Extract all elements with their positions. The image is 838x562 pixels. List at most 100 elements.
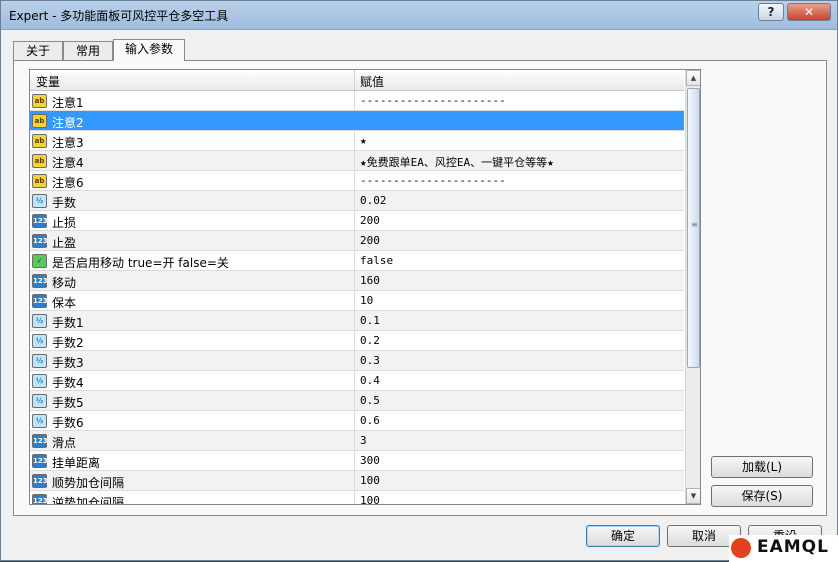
parameter-value[interactable]: false [360, 254, 393, 267]
parameter-row[interactable]: 123 顺势加仓间隔 100 [30, 471, 684, 491]
tab-input-parameters[interactable]: 输入参数 [113, 39, 185, 61]
parameter-value[interactable]: 160 [360, 274, 380, 287]
column-divider [354, 211, 355, 230]
scroll-up-button[interactable]: ▲ [686, 70, 700, 86]
scroll-thumb[interactable]: ≡ [687, 88, 700, 368]
integer-type-icon: 123 [32, 494, 48, 504]
parameter-name: 手数1 [52, 316, 84, 330]
expert-properties-dialog: Expert - 多功能面板可风控平仓多空工具 ? ✕ 关于 常用 输入参数 变… [0, 0, 838, 562]
parameter-value[interactable]: 0.3 [360, 354, 380, 367]
column-divider [354, 291, 355, 310]
parameter-value[interactable]: 200 [360, 214, 380, 227]
double-type-icon: ½ [32, 334, 47, 348]
column-divider [354, 311, 355, 330]
double-type-icon: ½ [32, 374, 47, 388]
parameter-value[interactable]: 0.2 [360, 334, 380, 347]
parameter-name: 顺势加仓间隔 [52, 476, 125, 490]
eamql-watermark-logo: EAMQL [729, 535, 838, 562]
scroll-down-button[interactable]: ▼ [686, 488, 700, 504]
tab-common[interactable]: 常用 [63, 41, 113, 61]
parameter-value[interactable]: 0.02 [360, 194, 387, 207]
parameter-value[interactable]: ---------------------- [360, 174, 506, 187]
parameter-row[interactable]: 123 保本 10 [30, 291, 684, 311]
parameter-row[interactable]: ab 注意6 ---------------------- [30, 171, 684, 191]
parameter-row[interactable]: 123 滑点 3 [30, 431, 684, 451]
parameter-row[interactable]: ab 注意4 ★免费跟单EA、风控EA、一键平仓等等★ [30, 151, 684, 171]
column-divider [354, 351, 355, 370]
parameter-row[interactable]: ab 注意2 [30, 111, 684, 131]
parameter-value[interactable]: ★免费跟单EA、风控EA、一键平仓等等★ [360, 154, 554, 170]
parameter-name: 是否启用移动 true=开 false=关 [52, 256, 229, 270]
parameter-name: 注意3 [52, 136, 84, 150]
parameter-row[interactable]: ab 注意1 ---------------------- [30, 91, 684, 111]
integer-type-icon: 123 [32, 454, 48, 468]
grip-icon: ≡ [691, 220, 698, 229]
parameter-value[interactable]: 200 [360, 234, 380, 247]
parameter-value[interactable]: ---------------------- [360, 94, 506, 107]
parameter-row[interactable]: ab 注意3 ★ [30, 131, 684, 151]
parameter-value[interactable]: 0.1 [360, 314, 380, 327]
parameter-value[interactable]: 3 [360, 434, 367, 447]
string-type-icon: ab [32, 134, 47, 148]
close-button[interactable]: ✕ [787, 3, 831, 21]
tab-about[interactable]: 关于 [13, 41, 63, 61]
parameter-row[interactable]: ½ 手数2 0.2 [30, 331, 684, 351]
parameter-value[interactable]: 10 [360, 294, 373, 307]
parameter-name: 手数5 [52, 396, 84, 410]
parameter-value[interactable]: 0.4 [360, 374, 380, 387]
title-bar[interactable]: Expert - 多功能面板可风控平仓多空工具 ? ✕ [1, 1, 837, 30]
parameter-name: 手数3 [52, 356, 84, 370]
parameter-name: 手数 [52, 196, 77, 210]
parameter-name: 止盈 [52, 236, 77, 250]
parameter-value[interactable]: 100 [360, 494, 380, 504]
column-divider [354, 431, 355, 450]
parameter-name: 注意2 [52, 116, 84, 130]
parameter-value[interactable]: 0.6 [360, 414, 380, 427]
string-type-icon: ab [32, 114, 47, 128]
window-title: Expert - 多功能面板可风控平仓多空工具 [9, 9, 229, 23]
column-divider [354, 331, 355, 350]
parameter-row[interactable]: ½ 手数 0.02 [30, 191, 684, 211]
parameter-row[interactable]: 123 移动 160 [30, 271, 684, 291]
logo-text: EAMQL [757, 537, 829, 557]
integer-type-icon: 123 [32, 234, 48, 248]
parameter-row[interactable]: 123 逆势加仓间隔 100 [30, 491, 684, 504]
integer-type-icon: 123 [32, 434, 48, 448]
column-divider [354, 471, 355, 490]
parameter-row[interactable]: ✓ 是否启用移动 true=开 false=关 false [30, 251, 684, 271]
parameter-name: 滑点 [52, 436, 77, 450]
parameter-row[interactable]: ½ 手数3 0.3 [30, 351, 684, 371]
parameter-row[interactable]: ½ 手数4 0.4 [30, 371, 684, 391]
column-divider [354, 191, 355, 210]
parameter-value[interactable]: 300 [360, 454, 380, 467]
parameter-value[interactable]: 0.5 [360, 394, 380, 407]
column-header-variable[interactable]: 变量 [36, 73, 60, 90]
parameter-name: 手数4 [52, 376, 84, 390]
integer-type-icon: 123 [32, 214, 48, 228]
parameters-grid: 变量 赋值 ab 注意1 ---------------------- ab 注意2 ab… [29, 69, 701, 505]
parameter-row[interactable]: ½ 手数5 0.5 [30, 391, 684, 411]
save-button[interactable]: 保存(S) [711, 485, 813, 507]
parameter-row[interactable]: 123 止盈 200 [30, 231, 684, 251]
column-divider [354, 231, 355, 250]
parameter-value[interactable]: 100 [360, 474, 380, 487]
column-divider [354, 251, 355, 270]
parameter-name: 注意6 [52, 176, 84, 190]
parameter-name: 保本 [52, 296, 77, 310]
column-divider [354, 151, 355, 170]
parameter-row[interactable]: 123 止损 200 [30, 211, 684, 231]
load-button[interactable]: 加载(L) [711, 456, 813, 478]
header-divider[interactable] [354, 70, 355, 90]
parameter-row[interactable]: ½ 手数1 0.1 [30, 311, 684, 331]
parameter-name: 注意4 [52, 156, 84, 170]
column-divider [354, 131, 355, 150]
help-button[interactable]: ? [758, 3, 784, 21]
column-divider [354, 271, 355, 290]
parameter-row[interactable]: ½ 手数6 0.6 [30, 411, 684, 431]
parameter-row[interactable]: 123 挂单距离 300 [30, 451, 684, 471]
parameter-value[interactable]: ★ [360, 134, 367, 147]
column-header-value[interactable]: 赋值 [360, 73, 384, 90]
vertical-scrollbar[interactable]: ▲ ≡ ▼ [685, 70, 700, 504]
ok-button[interactable]: 确定 [586, 525, 660, 547]
parameter-name: 移动 [52, 276, 77, 290]
